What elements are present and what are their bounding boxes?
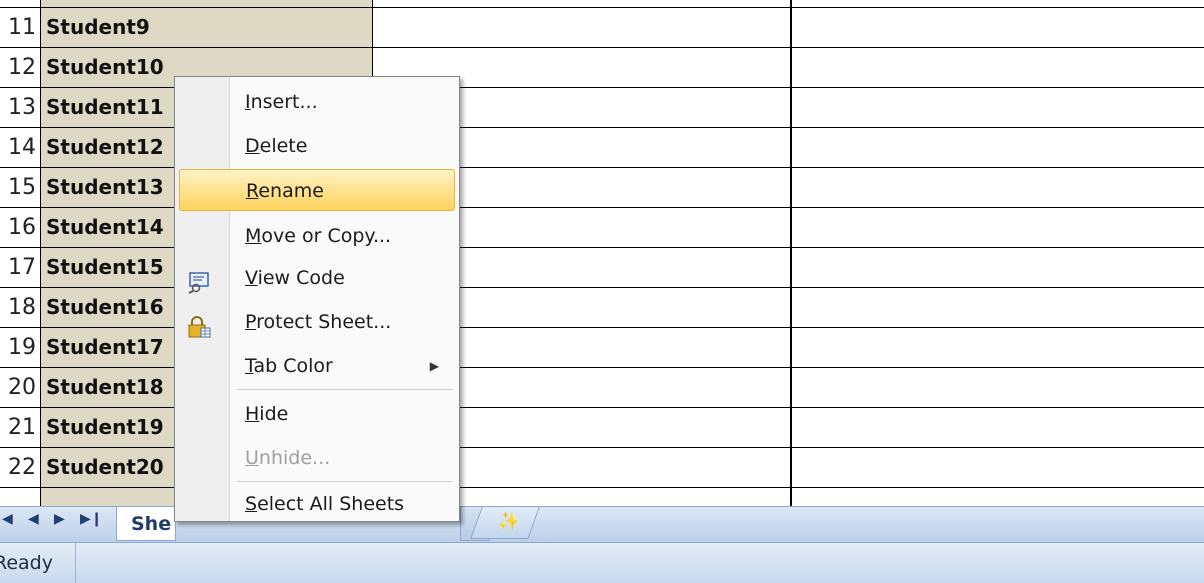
column-gridline [790,0,792,506]
row-number[interactable]: 14 [0,128,40,167]
row-number[interactable]: 16 [0,208,40,247]
table-row [0,0,1204,8]
menu-separator [237,389,453,390]
sheet-tab-context-menu: Insert... Delete Rename Move or Copy... … [174,76,460,522]
next-sheet-icon[interactable]: ▶ [54,511,65,527]
menu-item-label: Protect Sheet... [245,311,392,333]
menu-item-label: Tab Color [245,355,333,377]
menu-item-unhide: Unhide... [179,437,455,479]
row-number[interactable]: 19 [0,328,40,367]
menu-item-label: Rename [246,180,324,202]
menu-separator [237,481,453,482]
menu-item-select-all-sheets[interactable]: Select All Sheets [179,483,455,525]
row-number[interactable]: 17 [0,248,40,287]
menu-item-protect-sheet[interactable]: Protect Sheet... [179,301,455,343]
table-row: 11 Student9 [0,8,1204,48]
menu-item-view-code[interactable]: View Code [179,257,455,299]
status-bar: Ready [0,542,1204,583]
menu-item-delete[interactable]: Delete [179,125,455,167]
menu-item-label: Delete [245,135,308,157]
menu-item-tab-color[interactable]: Tab Color ▶ [179,345,455,387]
insert-worksheet-icon: ✨ [497,511,520,532]
menu-item-label: Move or Copy... [245,225,392,247]
row-number[interactable]: 21 [0,408,40,447]
row-number[interactable]: 22 [0,448,40,487]
row-number[interactable]: 12 [0,48,40,87]
menu-item-label: View Code [245,267,345,289]
row-number[interactable]: 15 [0,168,40,207]
first-sheet-icon[interactable]: ◀ [2,511,13,527]
row-number[interactable]: 11 [0,8,40,47]
row-number[interactable]: 18 [0,288,40,327]
menu-item-hide[interactable]: Hide [179,393,455,435]
tab-sheet-active[interactable]: She [116,507,176,541]
name-cell[interactable] [40,0,373,7]
row-number[interactable]: 13 [0,88,40,127]
sheet-tab-label: She [131,513,172,535]
menu-item-label: Insert... [245,91,318,113]
menu-item-label: Select All Sheets [245,493,405,515]
last-sheet-icon[interactable]: ▶❙ [80,511,103,527]
insert-worksheet-button[interactable]: ✨ [470,507,540,539]
menu-item-rename[interactable]: Rename [179,169,455,211]
protect-sheet-lock-icon [187,311,211,338]
menu-item-move-or-copy[interactable]: Move or Copy... [179,215,455,257]
view-code-icon [187,267,211,294]
prev-sheet-icon[interactable]: ◀ [28,511,39,527]
row-number[interactable]: 20 [0,368,40,407]
status-text: Ready [0,543,76,583]
menu-item-label: Hide [245,403,289,425]
name-cell[interactable]: Student9 [40,8,373,47]
menu-item-insert[interactable]: Insert... [179,81,455,123]
menu-item-label: Unhide... [245,447,331,469]
submenu-arrow-icon: ▶ [429,359,439,373]
